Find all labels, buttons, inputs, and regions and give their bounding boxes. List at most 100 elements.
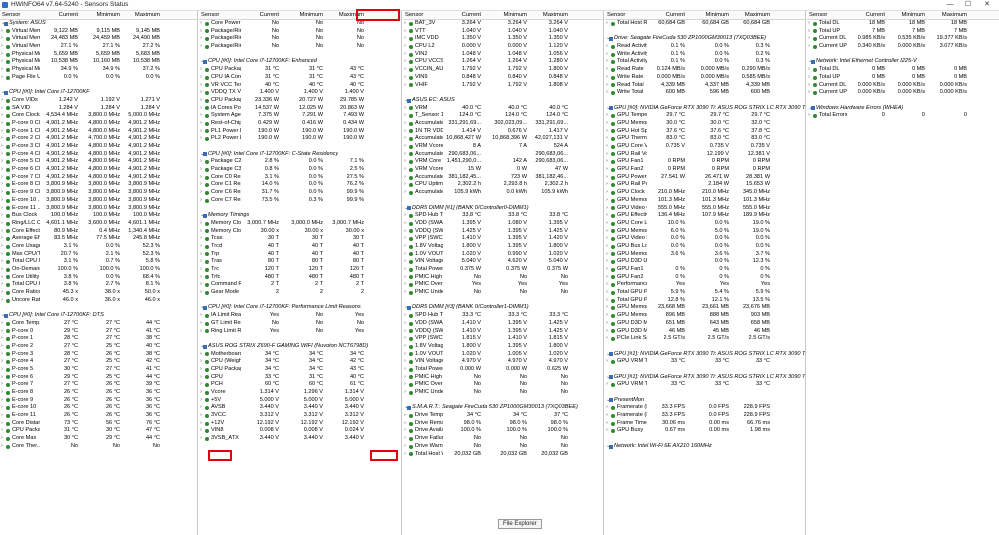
column-header[interactable]: Sensor Current Minimum Maximum [605,11,805,20]
sensor-row[interactable]: › +5V 5.000 V 5.000 V 5.000 V [199,397,401,405]
sensor-row[interactable]: › Ring Limit Reas... Yes No Yes [199,328,401,336]
expander-chevron-icon[interactable]: › [404,43,406,51]
expander-chevron-icon[interactable]: › [404,312,406,320]
expander-chevron-icon[interactable]: › [200,251,202,259]
sensor-row[interactable]: › Current DL rate 0.000 KB/s 0.000 KB/s 0.00… [807,82,999,90]
sensor-row[interactable]: › VHIF 1.792 V 1.792 V 1.808 V [403,82,603,90]
expander-chevron-icon[interactable]: › [1,358,3,366]
expander-chevron-icon[interactable]: › [404,181,406,189]
sensor-row[interactable]: › GPU Memory Cont... 6.0 % 5.0 % 19.0 % [605,228,805,236]
header-minimum[interactable]: Minimum [299,11,323,19]
expander-chevron-icon[interactable]: › [404,258,406,266]
sensor-row[interactable]: › E-core 10 ... 3,800.9 MHz 3,800.0 MHz 3,80… [0,197,197,205]
sensor-row[interactable]: › GPU Memory Clock 101.3 MHz 101.3 MHz 101.3… [605,197,805,205]
sensor-row[interactable]: › Trp 40 T 40 T 40 T [199,251,401,259]
expander-chevron-icon[interactable]: › [606,89,608,97]
expander-chevron-icon[interactable]: › [808,89,810,97]
expander-chevron-icon[interactable]: › [606,358,608,366]
column-header[interactable]: Sensor Current Minimum Maximum [403,11,603,20]
sensor-row[interactable]: › Total GPU Power [... 5.9 % 5.4 % 5.9 % [605,289,805,297]
expander-chevron-icon[interactable]: › [404,212,406,220]
sensor-row[interactable]: › P-core 2 Cl... 4,901.2 MHz 4,700.0 MHz 4,9… [0,135,197,143]
sensor-row[interactable]: › Gear Mode 2 2 2 [199,289,401,297]
expander-chevron-icon[interactable]: › [1,143,3,151]
sensor-row[interactable]: › GPU Memory Alloc... 896 MB 888 MB 903 MB [605,312,805,320]
sensor-row[interactable]: › BAT_3V 3.264 V 3.264 V 3.264 V [403,20,603,28]
sensor-row[interactable]: › Trcd 40 T 40 T 40 T [199,243,401,251]
sensor-row[interactable]: › VRM Core Temperat...1,451,290,0... 142 A… [403,158,603,166]
expander-chevron-icon[interactable]: › [1,435,3,443]
sensor-row[interactable]: › Core Max 30 °C 29 °C 44 °C [0,435,197,443]
expander-chevron-icon[interactable]: › [606,258,608,266]
sensor-row[interactable]: › GPU Memory Junc... 30.0 °C 30.0 °C 32.0 °C [605,120,805,128]
sensor-row[interactable]: › PL1 Power Limit (S... 190.0 W 190.0 W 190.… [199,128,401,136]
sensor-row[interactable]: › Core C7 Resid... 73.5 % 0.3 % 99.9 % [199,197,401,205]
sensor-row[interactable]: › Core Power Li... No No No [199,20,401,28]
sensor-row[interactable]: › Core C6 Resid... 31.7 % 0.0 % 99.9 % [199,189,401,197]
header-minimum[interactable]: Minimum [96,11,120,19]
sensor-row[interactable]: › Read Activity 0.1 % 0.0 % 0.3 % [605,43,805,51]
header-maximum[interactable]: Maximum [942,11,967,19]
sensor-row[interactable]: › Physical Mem... 10,538 MB 10,160 MB 10,538… [0,58,197,66]
expander-chevron-icon[interactable]: › [1,235,3,243]
expander-chevron-icon[interactable]: › [1,181,3,189]
sensor-row[interactable]: › Total UP 0 MB 0 MB 0 MB [807,74,999,82]
expander-chevron-icon[interactable]: › [606,205,608,213]
expander-chevron-icon[interactable]: › [1,112,3,120]
sensor-row[interactable]: › CPU L2 0.000 V 0.000 V 1.120 V [403,43,603,51]
sensor-row[interactable]: › E-core 8 26 °C 26 °C 36 °C [0,389,197,397]
expander-chevron-icon[interactable]: › [606,328,608,336]
sensor-row[interactable]: › GPU VRM Tempera... 33 °C 33 °C 33 °C [605,381,805,389]
expander-chevron-icon[interactable]: › [1,158,3,166]
sensor-row[interactable]: › Core Ratios 45.3 x 38.0 x 50.0 x [0,289,197,297]
sensor-row[interactable]: › 1N TR VDDQ 1.414 V 0.676 V 1.417 V [403,128,603,136]
sensor-row[interactable]: › GT Limit Reasons No No No [199,320,401,328]
sensor-row[interactable]: › SPD Hub Tempera... 33.3 °C 33.3 °C 33.3 °C [403,312,603,320]
expander-chevron-icon[interactable]: › [200,320,202,328]
sensor-row[interactable]: › 3VCC 3.312 V 3.312 V 3.312 V [199,412,401,420]
sensor-row[interactable]: › Motherboard 34 °C 34 °C 34 °C [199,351,401,359]
sensor-row[interactable]: › GPU Fan1 0 RPM 0 RPM 0 RPM [605,158,805,166]
sensor-row[interactable]: › Drive Failure No No No [403,435,603,443]
expander-chevron-icon[interactable]: › [200,427,202,435]
sensor-row[interactable]: › Bus Clock 100.0 MHz 100.0 MHz 100.0 MHz [0,212,197,220]
sensor-group-row[interactable]: ⌄CPU [#0]: Intel Core i7-12700KF: Perfor… [199,304,401,312]
expander-chevron-icon[interactable]: › [404,328,406,336]
sensor-row[interactable]: › +12V 12.192 V 12.192 V 12.192 V [199,420,401,428]
sensor-group-row[interactable]: ⌄CPU [#0]: Intel Core i7-12700KF [0,89,197,97]
sensor-row[interactable]: › Total Errors 0 0 0 [807,112,999,120]
expander-chevron-icon[interactable]: › [1,420,3,428]
expander-chevron-icon[interactable]: › [1,66,3,74]
expander-chevron-icon[interactable]: › [1,166,3,174]
sensor-row[interactable]: › GPU Fan2 0 % 0 % 0 % [605,274,805,282]
expander-chevron-icon[interactable]: › [200,351,202,359]
sensor-row[interactable]: › GPU D3D Memory ... 46 MB 45 MB 46 MB [605,328,805,336]
header-current[interactable]: Current [462,11,481,19]
sensor-row[interactable]: › VIN2 1.048 V 1.048 V 1.056 V [403,51,603,59]
sensor-row[interactable]: › CPU Package Power 23.336 W 20.727 W 29.785… [199,97,401,105]
sensor-row[interactable]: › Memory Clock Ratio 30.00 x 30.00 x 30.00 x [199,228,401,236]
sensor-row[interactable]: › Total Host Writes 20,032 GB 20,032 GB 20,0… [403,451,603,459]
expander-chevron-icon[interactable]: › [606,197,608,205]
sensor-row[interactable]: › VRM Vcore Current 8 A 7 A 524 A [403,143,603,151]
expander-chevron-icon[interactable]: › [606,112,608,120]
sensor-row[interactable]: › 3VSB_ATX 3.440 V 3.440 V 3.440 V [199,435,401,443]
sensor-row[interactable]: › Total DL 18 MB 18 MB 18 MB [807,20,999,28]
expander-chevron-icon[interactable]: › [200,228,202,236]
sensor-group-row[interactable]: ⌄Windows Hardware Errors (WHEA) [807,105,999,113]
sensor-row[interactable]: › Read Rate 0.124 MB/s 0.000 MB/s 0.290 MB/s [605,66,805,74]
expander-chevron-icon[interactable]: › [404,335,406,343]
expander-chevron-icon[interactable]: › [606,281,608,289]
sensor-row[interactable]: › GPU Video Clock 555.0 MHz 555.0 MHz 555.0 … [605,205,805,213]
sensor-group-row[interactable]: ⌄Network: Intel Ethernet Controller I225… [807,58,999,66]
expander-chevron-icon[interactable]: › [404,427,406,435]
sensor-row[interactable]: › Core Effecti... 80.9 MHz 0.4 MHz 1,340.4 M… [0,228,197,236]
expander-chevron-icon[interactable]: › [200,243,202,251]
sensor-row[interactable]: › Core C1 Resid... 14.0 % 0.0 % 76.2 % [199,181,401,189]
expander-chevron-icon[interactable]: › [200,166,202,174]
expander-chevron-icon[interactable]: › [606,228,608,236]
expander-chevron-icon[interactable]: › [404,58,406,66]
expander-chevron-icon[interactable]: › [1,343,3,351]
sensor-row[interactable]: › Command Rate 2 T 2 T 2 T [199,281,401,289]
sensor-row[interactable]: › VDD (SWA) Voltage 1.395 V 1.080 V 1.395 V [403,220,603,228]
